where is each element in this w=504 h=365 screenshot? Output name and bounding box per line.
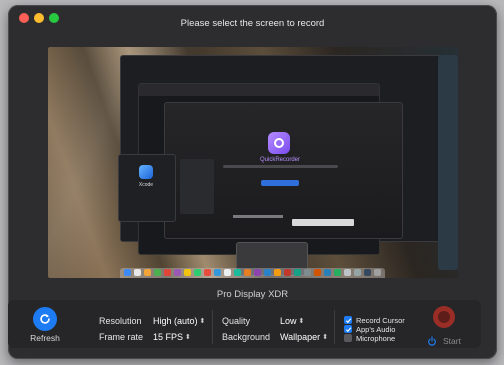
checkmark-icon xyxy=(345,326,351,332)
preview-dock xyxy=(120,268,385,278)
microphone-label: Microphone xyxy=(356,334,396,343)
refresh-button[interactable] xyxy=(33,307,57,331)
screen-preview[interactable]: QuickRecorder Xcode xyxy=(48,47,458,278)
xcode-app-icon xyxy=(139,165,153,179)
display-name-label: Pro Display XDR xyxy=(216,289,289,300)
record-cursor-checkbox[interactable] xyxy=(344,316,352,324)
record-cursor-label: Record Cursor xyxy=(356,316,405,325)
record-dot-icon xyxy=(438,311,450,323)
preview-app-title: QuickRecorder xyxy=(259,157,300,163)
window-title: Please select the screen to record xyxy=(180,18,325,29)
app-audio-label: App's Audio xyxy=(356,325,396,334)
checkmark-icon xyxy=(345,317,351,323)
resolution-label: Resolution xyxy=(99,316,142,326)
refresh-label: Refresh xyxy=(30,333,60,343)
frame-rate-value: 15 FPS xyxy=(153,332,184,342)
background-label: Background xyxy=(222,332,271,342)
preview-app-strip xyxy=(292,219,354,226)
app-audio-checkbox[interactable] xyxy=(344,325,352,333)
refresh-icon xyxy=(40,314,50,324)
quickrecorder-app-icon xyxy=(268,132,290,154)
quality-value: Low xyxy=(280,316,297,326)
preview-app-button xyxy=(261,180,299,186)
divider xyxy=(212,310,213,344)
background-select[interactable]: Wallpaper ⬍ xyxy=(280,332,328,342)
chevron-updown-icon: ⬍ xyxy=(185,333,191,341)
preview-xcode-label: Xcode xyxy=(138,182,154,188)
resolution-value: High (auto) xyxy=(153,316,198,326)
frame-rate-label: Frame rate xyxy=(99,332,144,342)
preview-app-subtitle xyxy=(223,165,338,168)
chevron-updown-icon: ⬍ xyxy=(199,317,206,325)
chevron-updown-icon: ⬍ xyxy=(298,317,305,325)
background-value: Wallpaper xyxy=(280,332,321,342)
preview-xcode-list xyxy=(180,159,214,214)
preview-side-window xyxy=(438,55,458,270)
divider xyxy=(334,310,335,344)
quality-select[interactable]: Low ⬍ xyxy=(280,316,304,326)
chevron-updown-icon: ⬍ xyxy=(322,333,329,341)
quality-label: Quality xyxy=(222,316,251,326)
power-icon[interactable] xyxy=(427,336,437,346)
preview-app-caption xyxy=(233,215,283,218)
frame-rate-select[interactable]: 15 FPS ⬍ xyxy=(153,332,191,342)
start-record-button[interactable] xyxy=(433,306,455,328)
microphone-checkbox[interactable] xyxy=(344,334,352,342)
resolution-select[interactable]: High (auto) ⬍ xyxy=(153,316,205,326)
start-label: Start xyxy=(443,336,461,346)
